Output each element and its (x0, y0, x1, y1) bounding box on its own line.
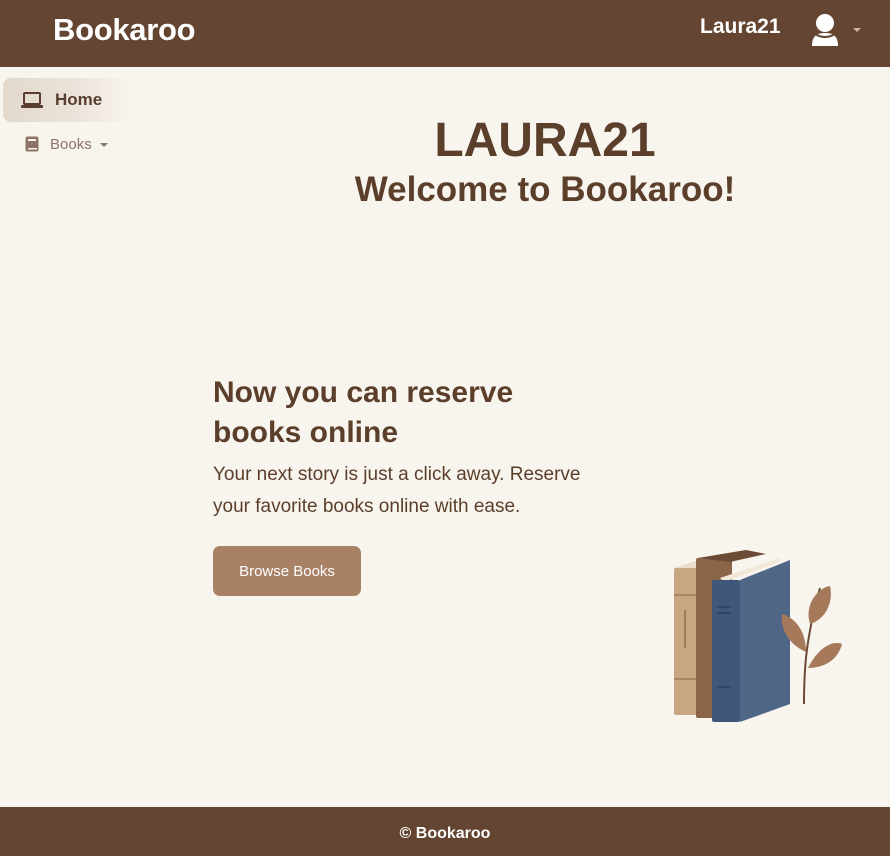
sidebar: Home Books (0, 67, 140, 807)
username-label: Laura21 (700, 15, 781, 38)
page-title: LAURA21 (434, 114, 656, 167)
user-avatar-icon (812, 14, 838, 46)
promo-description: Your next story is just a click away. Re… (213, 464, 581, 517)
laptop-icon (21, 92, 43, 108)
footer-copyright: © Bookaroo (399, 825, 491, 842)
books-with-plant-illustration (674, 550, 842, 722)
top-navbar: Bookaroo Laura21 (0, 0, 890, 67)
caret-down-icon (100, 143, 108, 147)
brand-logo-link[interactable]: Bookaroo (53, 12, 196, 48)
browse-books-button[interactable]: Browse Books (213, 546, 361, 596)
sidebar-item-label: Home (55, 90, 103, 109)
footer: © Bookaroo (0, 807, 890, 856)
sidebar-item-label: Books (50, 136, 92, 153)
user-menu-toggle[interactable] (806, 12, 866, 50)
sidebar-item-books[interactable]: Books (3, 131, 131, 159)
caret-down-icon (853, 28, 861, 32)
welcome-subtitle: Welcome to Bookaroo! (354, 170, 736, 209)
book-icon (25, 136, 39, 152)
promo-heading: Now you can reserve books online (213, 376, 514, 449)
sidebar-item-home[interactable]: Home (3, 78, 131, 122)
